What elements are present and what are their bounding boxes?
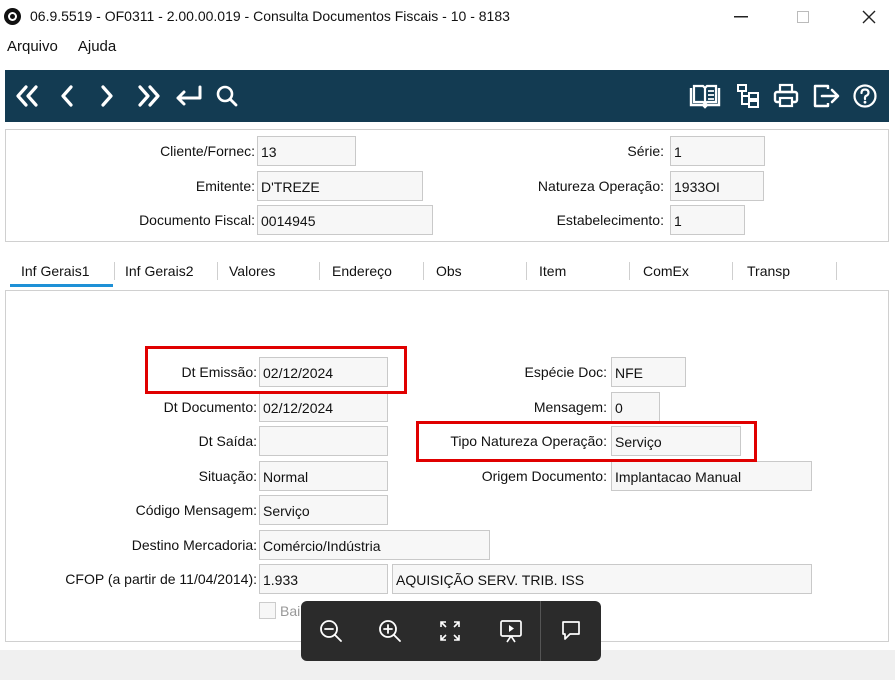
destino-mercadoria-label: Destino Mercadoria: <box>131 537 257 553</box>
tab-comex[interactable]: ComEx <box>643 258 689 288</box>
cliente-fornec-field[interactable]: 13 <box>257 136 356 166</box>
tab-separator <box>629 262 630 280</box>
tab-valores[interactable]: Valores <box>229 258 275 288</box>
cliente-fornec-label: Cliente/Fornec: <box>160 143 255 159</box>
zoom-out-icon[interactable] <box>313 613 349 649</box>
maximize-icon <box>797 11 809 23</box>
previous-record-icon[interactable] <box>55 82 79 110</box>
baixa-checkbox-label: Bai <box>280 603 301 619</box>
window-title: 06.9.5519 - OF0311 - 2.00.00.019 - Consu… <box>30 8 510 24</box>
tab-item[interactable]: Item <box>539 258 566 288</box>
tab-separator <box>114 262 115 280</box>
image-viewer-toolbar <box>301 601 601 661</box>
documento-fiscal-label: Documento Fiscal: <box>139 212 255 228</box>
toolbar <box>5 70 889 122</box>
active-tab-indicator <box>10 284 113 287</box>
close-icon <box>862 10 876 24</box>
app-logo-icon <box>4 8 21 25</box>
fit-screen-icon[interactable] <box>432 613 468 649</box>
tab-separator <box>732 262 733 280</box>
dt-saida-field[interactable] <box>259 426 388 456</box>
codigo-mensagem-label: Código Mensagem: <box>135 502 257 518</box>
especie-doc-field[interactable]: NFE <box>611 357 686 387</box>
menu-arquivo[interactable]: Arquivo <box>7 38 58 60</box>
situacao-field[interactable]: Normal <box>259 461 388 491</box>
cfop-code-field[interactable]: 1.933 <box>259 564 388 594</box>
emitente-field[interactable]: D'TREZE <box>257 171 423 201</box>
help-icon[interactable] <box>851 82 879 110</box>
cfop-description-field: AQUISIÇÃO SERV. TRIB. ISS <box>392 564 812 594</box>
last-record-icon[interactable] <box>133 82 163 110</box>
slideshow-icon[interactable] <box>493 613 529 649</box>
tab-obs[interactable]: Obs <box>436 258 462 288</box>
tab-separator <box>423 262 424 280</box>
tab-transp[interactable]: Transp <box>747 258 790 288</box>
search-icon[interactable] <box>213 82 241 110</box>
tree-structure-icon[interactable] <box>735 82 761 110</box>
comment-icon[interactable] <box>553 613 589 649</box>
tab-separator <box>836 262 837 280</box>
mensagem-field[interactable]: 0 <box>611 392 660 422</box>
codigo-mensagem-field[interactable]: Serviço <box>259 495 388 525</box>
serie-label: Série: <box>627 143 664 159</box>
document-header-panel: Cliente/Fornec: 13 Emitente: D'TREZE Doc… <box>5 129 889 242</box>
overlay-separator <box>540 601 541 661</box>
tab-separator <box>217 262 218 280</box>
menu-ajuda[interactable]: Ajuda <box>78 38 116 60</box>
inf-gerais1-panel: Dt Emissão: 02/12/2024 Dt Documento: 02/… <box>5 290 889 642</box>
highlight-tipo-natureza-operacao <box>416 421 757 462</box>
tab-separator <box>526 262 527 280</box>
tab-endereco[interactable]: Endereço <box>332 258 392 288</box>
title-bar: 06.9.5519 - OF0311 - 2.00.00.019 - Consu… <box>0 0 895 34</box>
origem-documento-label: Origem Documento: <box>481 468 607 484</box>
cfop-label: CFOP (a partir de 11/04/2014): <box>65 571 257 587</box>
print-icon[interactable] <box>771 82 801 110</box>
documento-fiscal-field[interactable]: 0014945 <box>257 205 433 235</box>
dt-documento-field[interactable]: 02/12/2024 <box>259 392 388 422</box>
especie-doc-label: Espécie Doc: <box>524 364 607 380</box>
serie-field[interactable]: 1 <box>670 136 765 166</box>
estabelecimento-label: Estabelecimento: <box>556 212 664 228</box>
close-button[interactable] <box>846 4 892 30</box>
tab-inf-gerais2[interactable]: Inf Gerais2 <box>125 258 193 288</box>
dt-saida-label: Dt Saída: <box>198 433 257 449</box>
natureza-operacao-field[interactable]: 1933OI <box>670 171 764 201</box>
emitente-label: Emitente: <box>195 178 255 194</box>
maximize-button[interactable] <box>780 4 826 30</box>
tab-separator <box>319 262 320 280</box>
dt-documento-label: Dt Documento: <box>163 399 257 415</box>
tab-bar: Inf Gerais1 Inf Gerais2 Valores Endereço… <box>5 258 889 288</box>
situacao-label: Situação: <box>198 468 257 484</box>
origem-documento-field[interactable]: Implantacao Manual <box>611 461 812 491</box>
baixa-checkbox[interactable] <box>259 602 276 619</box>
first-record-icon[interactable] <box>13 82 43 110</box>
menu-bar: Arquivo Ajuda <box>0 38 116 60</box>
natureza-operacao-label: Natureza Operação: <box>537 178 664 194</box>
minimize-icon <box>734 16 748 18</box>
manual-book-icon[interactable] <box>687 82 723 110</box>
zoom-in-icon[interactable] <box>372 613 408 649</box>
return-icon[interactable] <box>171 82 205 110</box>
next-record-icon[interactable] <box>95 82 119 110</box>
minimize-button[interactable] <box>718 4 764 30</box>
estabelecimento-field[interactable]: 1 <box>670 205 745 235</box>
exit-icon[interactable] <box>811 82 843 110</box>
highlight-dt-emissao <box>145 346 407 394</box>
destino-mercadoria-field[interactable]: Comércio/Indústria <box>259 530 490 560</box>
mensagem-label: Mensagem: <box>533 399 607 415</box>
